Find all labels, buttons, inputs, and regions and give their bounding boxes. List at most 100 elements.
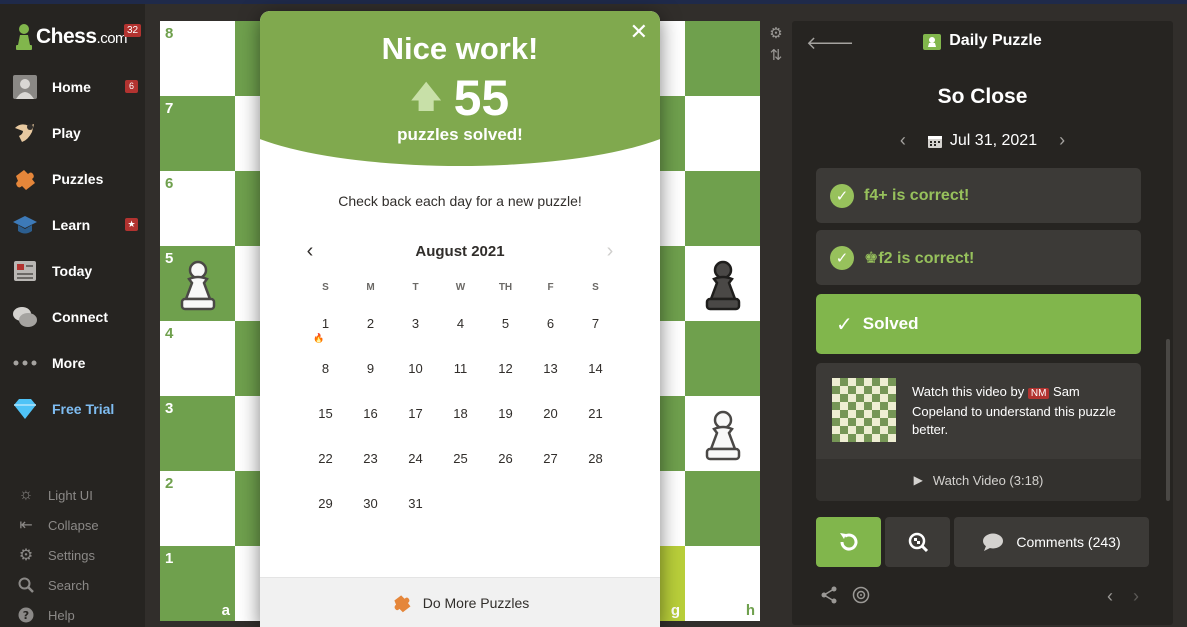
calendar-day-number: 26 <box>498 451 513 466</box>
calendar-day[interactable]: 21 <box>573 391 618 436</box>
calendar-day-number: 28 <box>588 451 603 466</box>
help-link[interactable]: ? Help <box>0 600 145 627</box>
calendar-day[interactable]: 11 <box>438 346 483 391</box>
calendar-day[interactable]: 🔥 1 <box>303 301 348 346</box>
collapse-button[interactable]: ⇤ Collapse <box>0 510 145 540</box>
board-tools: ⚙ ⇅ <box>767 24 785 68</box>
square-a4[interactable]: 4 <box>160 321 235 396</box>
calendar-day[interactable]: 2 <box>348 301 393 346</box>
calendar-day[interactable]: 6 <box>528 301 573 346</box>
calendar-day[interactable]: 5 <box>483 301 528 346</box>
calendar-day[interactable]: 4 <box>438 301 483 346</box>
calendar-day[interactable]: 22 <box>303 436 348 481</box>
calendar-day[interactable]: 29 <box>303 481 348 526</box>
calendar-day[interactable]: 14 <box>573 346 618 391</box>
next-puzzle-icon[interactable]: › <box>1133 586 1139 607</box>
calendar-day[interactable]: 3 <box>393 301 438 346</box>
nav-today[interactable]: Today <box>0 248 145 294</box>
calendar-day[interactable]: 18 <box>438 391 483 436</box>
board-settings-gear-icon[interactable]: ⚙ <box>767 24 785 46</box>
square-a5[interactable]: 5 <box>160 246 235 321</box>
prev-month-button[interactable]: ‹ <box>300 240 320 263</box>
calendar-day-number: 8 <box>321 361 330 376</box>
calendar-day-number: 17 <box>408 406 423 421</box>
do-more-puzzles-button[interactable]: Do More Puzzles <box>260 577 660 627</box>
square-h1[interactable]: h <box>685 546 760 621</box>
retry-button[interactable] <box>816 517 881 567</box>
notification-badge[interactable]: 32 <box>124 24 142 37</box>
watch-video-button[interactable]: ▶ Watch Video (3:18) <box>816 459 1141 501</box>
prev-day-button[interactable]: ‹ <box>900 130 906 151</box>
calendar-day[interactable]: 10 <box>393 346 438 391</box>
calendar-day[interactable]: 30 <box>348 481 393 526</box>
calendar-day[interactable]: 17 <box>393 391 438 436</box>
calendar-day[interactable]: 24 <box>393 436 438 481</box>
next-month-button[interactable]: › <box>600 240 620 263</box>
square-a1[interactable]: 1a <box>160 546 235 621</box>
settings-link[interactable]: ⚙ Settings <box>0 540 145 570</box>
calendar-day[interactable]: 31 <box>393 481 438 526</box>
flip-board-icon[interactable]: ⇅ <box>767 46 785 68</box>
calendar-day[interactable]: 8 <box>303 346 348 391</box>
square-a3[interactable]: 3 <box>160 396 235 471</box>
square-a2[interactable]: 2 <box>160 471 235 546</box>
analysis-button[interactable] <box>885 517 950 567</box>
comments-button[interactable]: Comments (243) <box>954 517 1149 567</box>
calendar-day-number: 11 <box>453 361 468 376</box>
move-result-text: ♚f2 is correct! <box>864 249 975 267</box>
square-h2[interactable] <box>685 471 760 546</box>
puzzle-icon <box>394 594 411 612</box>
calendar-day[interactable]: 9 <box>348 346 393 391</box>
rank-label: 7 <box>165 100 174 117</box>
prev-puzzle-icon[interactable]: ‹ <box>1107 586 1113 607</box>
square-a7[interactable]: 7 <box>160 96 235 171</box>
solved-label: Solved <box>862 314 919 333</box>
calendar-day[interactable]: 7 <box>573 301 618 346</box>
calendar-day[interactable]: 26 <box>483 436 528 481</box>
light-ui-toggle[interactable]: ☼ Light UI <box>0 480 145 510</box>
nav-more[interactable]: More <box>0 340 145 386</box>
day-of-week-label: S <box>322 282 329 293</box>
share-icon[interactable] <box>820 586 838 609</box>
calendar-day[interactable]: 23 <box>348 436 393 481</box>
calendar-day[interactable]: 20 <box>528 391 573 436</box>
rank-label: 3 <box>165 400 174 417</box>
puzzle-icon <box>12 166 38 192</box>
square-h7[interactable] <box>685 96 760 171</box>
logo[interactable]: Chess.com <box>14 22 128 52</box>
square-h5[interactable] <box>685 246 760 321</box>
bnav-label: Search <box>48 577 90 593</box>
square-h3[interactable] <box>685 396 760 471</box>
calendar-day-number: 30 <box>363 496 378 511</box>
calendar-day-number: 23 <box>363 451 378 466</box>
calendar-day[interactable]: 16 <box>348 391 393 436</box>
calendar-day[interactable]: 12 <box>483 346 528 391</box>
search-link[interactable]: Search <box>0 570 145 600</box>
panel-scrollbar[interactable] <box>1166 339 1170 501</box>
square-h8[interactable] <box>685 21 760 96</box>
calendar-day[interactable]: 13 <box>528 346 573 391</box>
next-day-button[interactable]: › <box>1059 130 1065 151</box>
calendar-day-number: 25 <box>453 451 468 466</box>
calendar-day[interactable]: 25 <box>438 436 483 481</box>
nav-free-trial[interactable]: Free Trial <box>0 386 145 432</box>
nav-home[interactable]: Home 6 <box>0 64 145 110</box>
calendar-day-number: 9 <box>366 361 375 376</box>
square-h4[interactable] <box>685 321 760 396</box>
square-a6[interactable]: 6 <box>160 171 235 246</box>
calendar-day[interactable]: 27 <box>528 436 573 481</box>
rank-label: 8 <box>165 25 174 42</box>
square-h6[interactable] <box>685 171 760 246</box>
square-a8[interactable]: 8 <box>160 21 235 96</box>
nav-puzzles[interactable]: Puzzles <box>0 156 145 202</box>
nav-label: Connect <box>52 309 108 325</box>
calendar-day[interactable]: 15 <box>303 391 348 436</box>
video-thumbnail-board[interactable] <box>832 378 896 442</box>
nav-connect[interactable]: Connect <box>0 294 145 340</box>
calendar-day[interactable]: 28 <box>573 436 618 481</box>
calendar-day[interactable]: 19 <box>483 391 528 436</box>
nav-learn[interactable]: Learn ★ <box>0 202 145 248</box>
target-icon[interactable] <box>852 586 870 609</box>
collapse-icon: ⇤ <box>19 517 33 534</box>
nav-play[interactable]: Play <box>0 110 145 156</box>
